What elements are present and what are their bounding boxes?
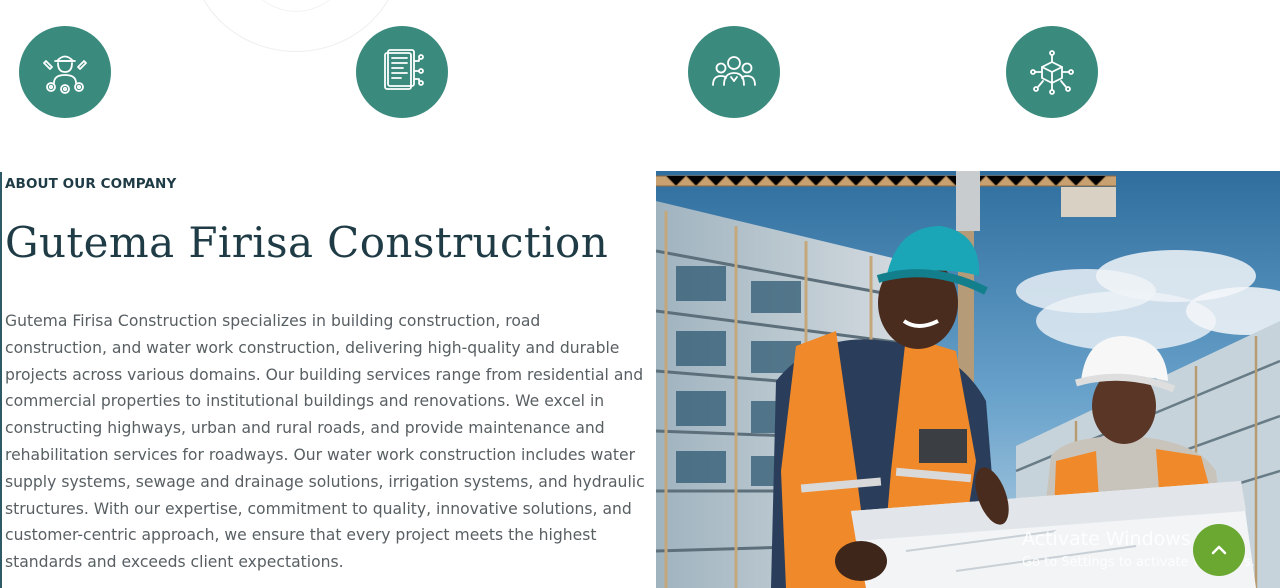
- team-people-icon[interactable]: [688, 26, 780, 118]
- engineer-gear-icon[interactable]: [19, 26, 111, 118]
- construction-workers-photo: [656, 171, 1280, 588]
- document-plan-icon[interactable]: [356, 26, 448, 118]
- section-accent-bar: [0, 172, 2, 588]
- scroll-to-top-button[interactable]: [1193, 524, 1245, 576]
- page-title: Gutema Firisa Construction: [5, 218, 609, 267]
- network-cube-icon[interactable]: [1006, 26, 1098, 118]
- company-description: Gutema Firisa Construction specializes i…: [5, 312, 645, 572]
- section-eyebrow: ABOUT OUR COMPANY: [5, 176, 177, 192]
- chevron-up-icon: [1211, 545, 1227, 555]
